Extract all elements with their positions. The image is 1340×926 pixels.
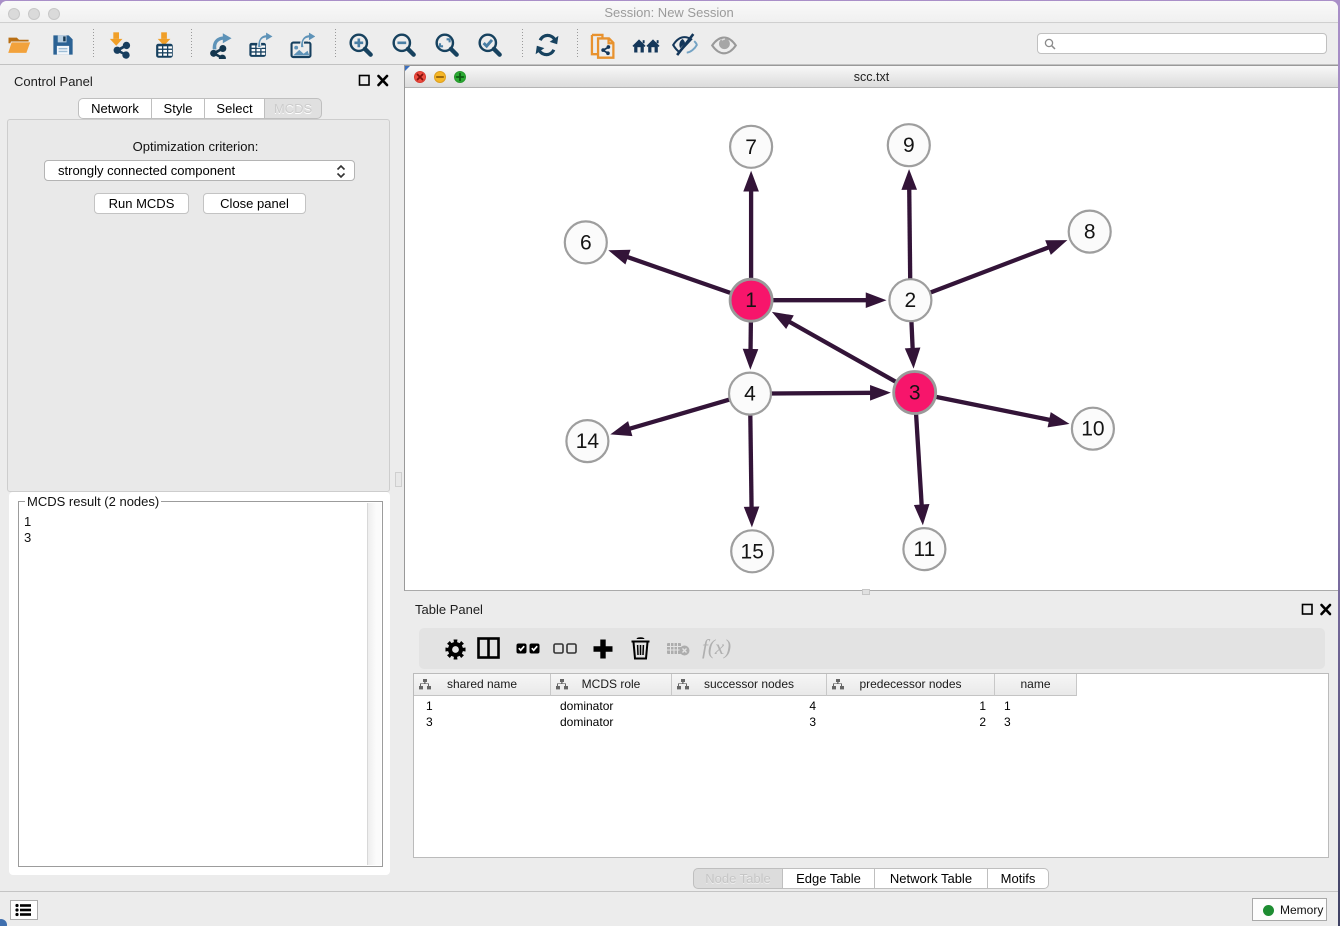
svg-text:2: 2 bbox=[905, 289, 917, 312]
svg-text:15: 15 bbox=[741, 540, 764, 563]
svg-text:3: 3 bbox=[909, 382, 921, 405]
svg-text:9: 9 bbox=[903, 134, 915, 157]
svg-text:14: 14 bbox=[576, 430, 600, 453]
svg-text:11: 11 bbox=[913, 538, 935, 561]
svg-text:1: 1 bbox=[745, 289, 757, 312]
svg-text:6: 6 bbox=[580, 231, 592, 254]
svg-text:10: 10 bbox=[1081, 418, 1104, 441]
svg-text:8: 8 bbox=[1084, 221, 1096, 244]
svg-text:4: 4 bbox=[744, 383, 756, 406]
svg-text:7: 7 bbox=[745, 136, 757, 159]
